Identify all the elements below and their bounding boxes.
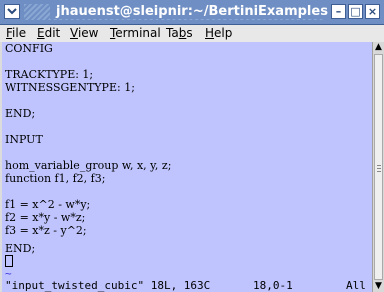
terminal-line: WITNESSGENTYPE: 1; xyxy=(5,81,135,94)
terminal-line: END; xyxy=(5,107,36,120)
terminal-line: f3 = x*z - y^2; xyxy=(5,224,87,237)
text-cursor xyxy=(5,255,13,267)
terminal-area[interactable]: CONFIG TRACKTYPE: 1; WITNESSGENTYPE: 1; … xyxy=(2,42,372,292)
close-button[interactable]: × xyxy=(365,4,380,19)
vim-status-line: "input_twisted_cubic" 18L, 163C 18,0-1 A… xyxy=(2,279,372,292)
minimize-button[interactable]: – xyxy=(331,4,346,19)
maximize-icon: □ xyxy=(350,5,361,18)
status-file-info: "input_twisted_cubic" 18L, 163C xyxy=(5,279,211,292)
terminal-line: INPUT xyxy=(5,133,43,146)
scrollbar-thumb[interactable] xyxy=(374,54,383,280)
terminal-window: jhauenst@sleipnir:~/BertiniExamples – □ … xyxy=(0,0,384,292)
menu-file[interactable]: File xyxy=(6,25,26,42)
status-scroll-position: All xyxy=(346,279,366,292)
window-title: jhauenst@sleipnir:~/BertiniExamples xyxy=(0,4,384,20)
scroll-up-arrow-icon[interactable]: ▲ xyxy=(373,42,384,53)
maximize-button[interactable]: □ xyxy=(348,4,363,19)
terminal-line: TRACKTYPE: 1; xyxy=(5,68,94,81)
close-icon: × xyxy=(367,5,378,18)
status-cursor-position: 18,0-1 xyxy=(253,279,293,292)
terminal-line: END; xyxy=(5,242,36,255)
menu-terminal[interactable]: Terminal xyxy=(110,25,161,42)
menu-tabs[interactable]: Tabs xyxy=(166,25,193,42)
terminal-line: hom_variable_group w, x, y, z; xyxy=(5,159,172,172)
terminal-line: f2 = x*y - w*z; xyxy=(5,211,86,224)
grip-line xyxy=(377,168,381,169)
grip-line xyxy=(377,165,381,166)
menu-help[interactable]: Help xyxy=(205,25,232,42)
terminal-line: f1 = x^2 - w*y; xyxy=(5,198,91,211)
vertical-scrollbar[interactable]: ▲ ▼ xyxy=(372,42,384,292)
terminal-line: function f1, f2, f3; xyxy=(5,172,106,185)
scroll-down-arrow-icon[interactable]: ▼ xyxy=(373,281,384,292)
menu-bar: File Edit View Terminal Tabs Help xyxy=(0,25,384,42)
minimize-icon: – xyxy=(335,5,342,18)
terminal-line: CONFIG xyxy=(5,42,53,55)
menu-view[interactable]: View xyxy=(70,25,98,42)
grip-line xyxy=(377,171,381,172)
title-bar[interactable]: jhauenst@sleipnir:~/BertiniExamples – □ … xyxy=(0,0,384,25)
menu-edit[interactable]: Edit xyxy=(37,25,60,42)
